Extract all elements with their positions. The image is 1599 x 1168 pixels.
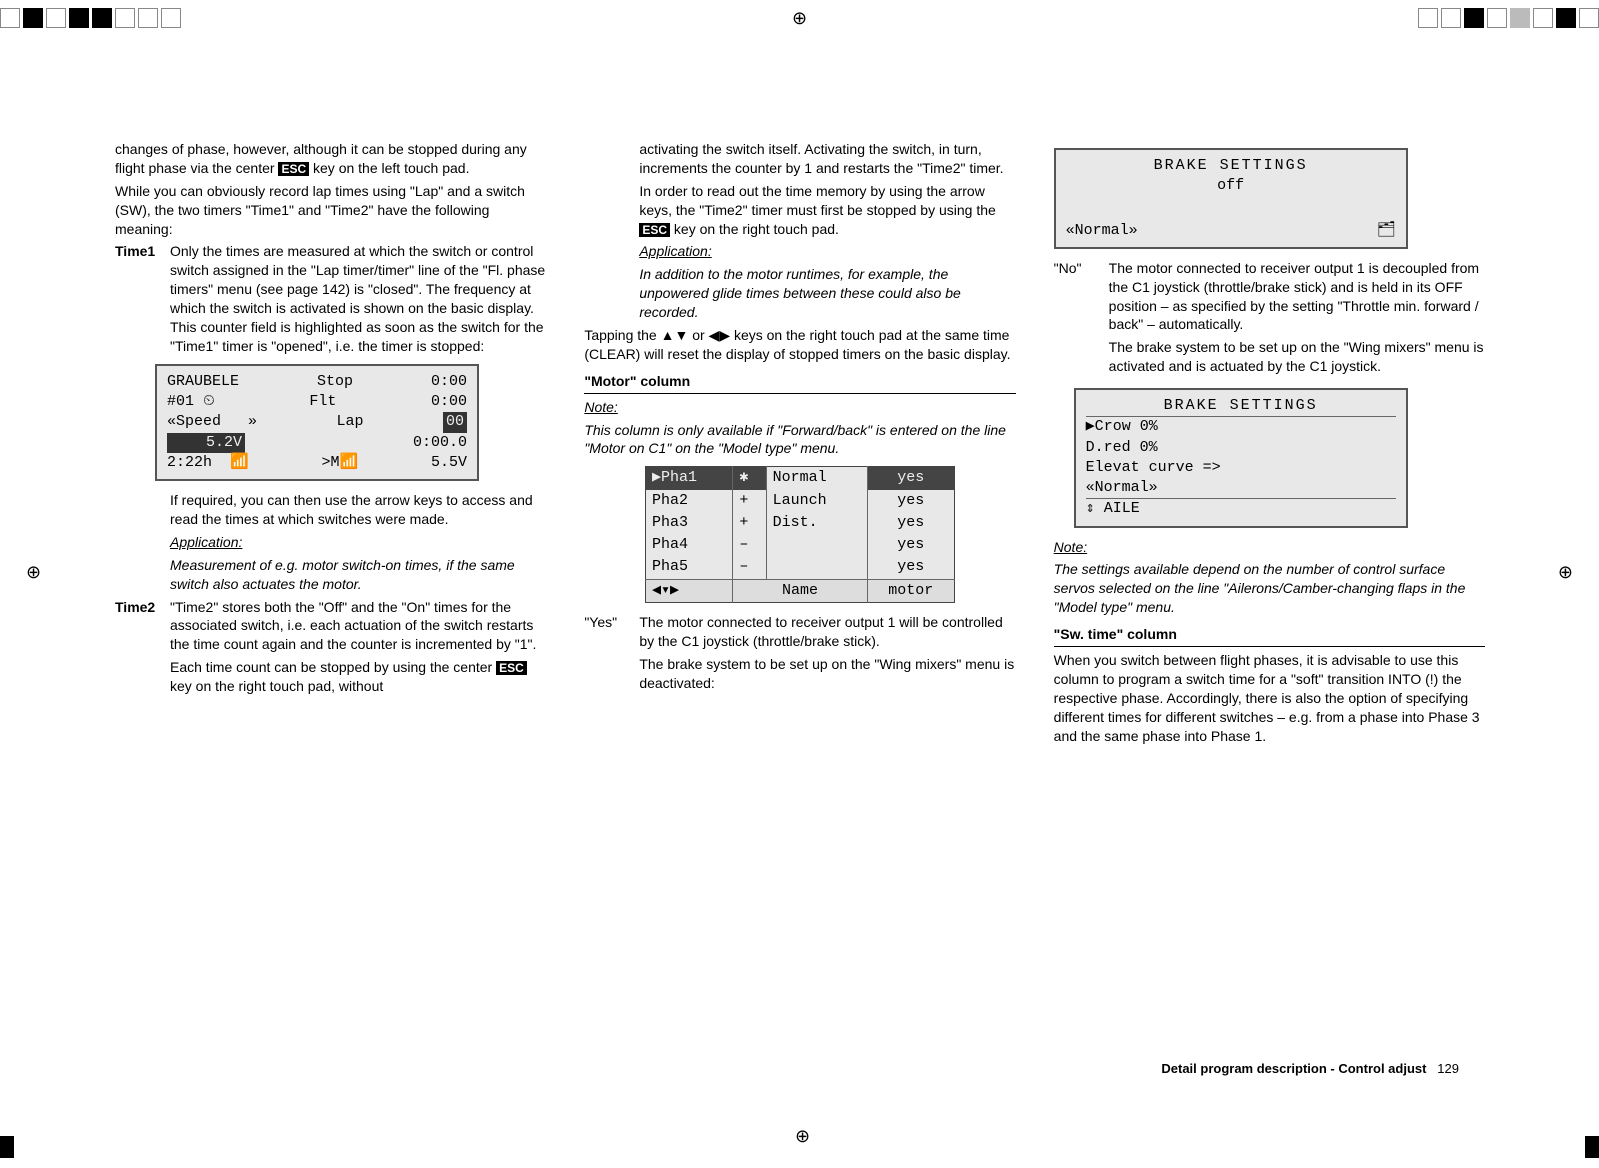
column-3: BRAKE SETTINGS off «Normal»🗂 "No" The mo… <box>1054 140 1485 750</box>
lcd-brake-off: BRAKE SETTINGS off «Normal»🗂 <box>1054 148 1408 249</box>
column-2: activating the switch itself. Activating… <box>584 140 1015 750</box>
no-body1: The motor connected to receiver output 1… <box>1109 259 1485 335</box>
time1-body: Only the times are measured at which the… <box>170 242 546 355</box>
time2-label: Time2 <box>115 598 170 655</box>
yes-body1: The motor connected to receiver output 1… <box>639 613 1015 651</box>
application-body: In addition to the motor runtimes, for e… <box>639 265 1015 322</box>
crosshair-icon: ⊕ <box>795 1124 810 1148</box>
note-body: The settings available depend on the num… <box>1054 560 1485 617</box>
registration-marks: ⊕ <box>0 6 1599 30</box>
application-heading: Application: <box>639 242 1015 261</box>
crosshair-icon: ⊕ <box>26 560 41 584</box>
sw-time-body: When you switch between flight phases, i… <box>1054 651 1485 745</box>
lcd-display-basic: GRAUBELEStop0:00 #01 ⏲Flt0:00 «Speed »La… <box>155 364 479 481</box>
page-content: changes of phase, however, although it c… <box>115 140 1485 750</box>
column-1: changes of phase, however, although it c… <box>115 140 546 750</box>
esc-key: ESC <box>278 162 309 176</box>
note-heading: Note: <box>1054 538 1485 557</box>
page-icon: 🗂 <box>1377 221 1396 241</box>
time2-body2: Each time count can be stopped by using … <box>170 658 546 696</box>
application-body: Measurement of e.g. motor switch-on time… <box>170 556 546 594</box>
no-label: "No" <box>1054 259 1109 380</box>
paragraph: activating the switch itself. Activating… <box>639 140 1015 178</box>
time2-body: "Time2" stores both the "Off" and the "O… <box>170 598 546 655</box>
no-body2: The brake system to be set up on the "Wi… <box>1109 338 1485 376</box>
paragraph: In order to read out the time memory by … <box>639 182 1015 239</box>
application-heading: Application: <box>170 533 546 552</box>
sw-time-heading: "Sw. time" column <box>1054 625 1485 647</box>
paragraph: changes of phase, however, although it c… <box>115 140 546 178</box>
paragraph: While you can obviously record lap times… <box>115 182 546 239</box>
esc-key: ESC <box>496 661 527 675</box>
page-footer: Detail program description - Control adj… <box>1161 1060 1459 1078</box>
motor-column-heading: "Motor" column <box>584 372 1015 394</box>
time1-after: If required, you can then use the arrow … <box>170 491 546 529</box>
crosshair-icon: ⊕ <box>792 6 807 30</box>
note-body: This column is only available if "Forwar… <box>584 421 1015 459</box>
phase-table: ▶Pha1✱Normalyes Pha2+Launchyes Pha3+Dist… <box>645 466 955 603</box>
yes-label: "Yes" <box>584 613 639 697</box>
lcd-brake-settings: BRAKE SETTINGS ▶Crow 0% D.red 0% Elevat … <box>1074 388 1408 528</box>
time1-label: Time1 <box>115 242 170 355</box>
crosshair-icon: ⊕ <box>1558 560 1573 584</box>
clear-paragraph: Tapping the ▲▼ or ◀▶ keys on the right t… <box>584 326 1015 364</box>
note-heading: Note: <box>584 398 1015 417</box>
esc-key: ESC <box>639 223 670 237</box>
yes-body2: The brake system to be set up on the "Wi… <box>639 655 1015 693</box>
